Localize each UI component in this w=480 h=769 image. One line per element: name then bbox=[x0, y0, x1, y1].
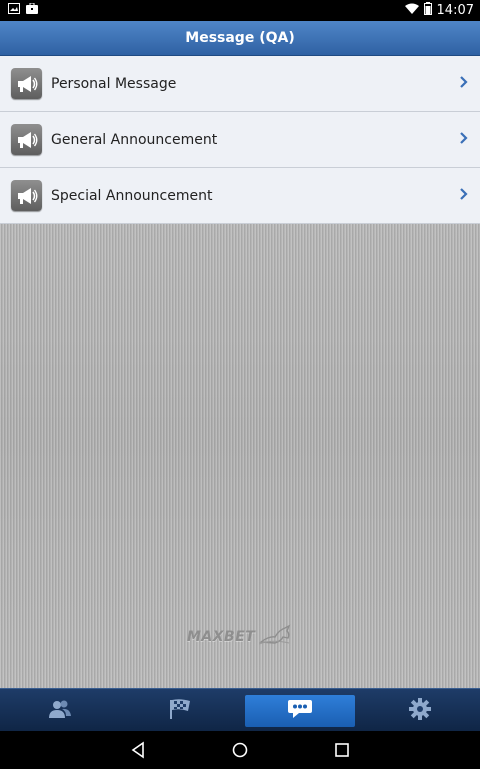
recents-icon[interactable] bbox=[333, 741, 351, 759]
chat-bubble-icon bbox=[287, 698, 313, 724]
title-bar: Message (QA) bbox=[0, 21, 480, 56]
checkered-flag-icon bbox=[168, 698, 192, 724]
gear-icon bbox=[409, 697, 431, 724]
list-item-general-announcement[interactable]: General Announcement bbox=[0, 112, 480, 168]
list-item-special-announcement[interactable]: Special Announcement bbox=[0, 168, 480, 224]
battery-icon bbox=[423, 2, 432, 18]
chevron-right-icon bbox=[458, 186, 470, 202]
list-item-personal-message[interactable]: Personal Message bbox=[0, 56, 480, 112]
briefcase-icon bbox=[26, 2, 38, 17]
tab-settings[interactable] bbox=[360, 689, 480, 732]
home-icon[interactable] bbox=[231, 741, 249, 759]
megaphone-icon bbox=[11, 180, 42, 211]
tab-racing[interactable] bbox=[120, 689, 240, 732]
back-icon[interactable] bbox=[130, 741, 148, 759]
status-bar: 14:07 bbox=[0, 0, 480, 21]
horse-logo-icon bbox=[259, 624, 291, 645]
page-title: Message (QA) bbox=[185, 30, 295, 46]
list-item-label: General Announcement bbox=[51, 131, 218, 148]
tab-messages[interactable] bbox=[245, 695, 355, 727]
chevron-right-icon bbox=[458, 130, 470, 146]
megaphone-icon bbox=[11, 68, 42, 99]
list-item-label: Personal Message bbox=[51, 75, 177, 92]
tab-contacts[interactable] bbox=[0, 689, 120, 732]
image-icon bbox=[8, 3, 20, 17]
clock: 14:07 bbox=[436, 2, 474, 18]
list-item-label: Special Announcement bbox=[51, 187, 213, 204]
logo-text: MAXBET bbox=[187, 629, 256, 645]
users-icon bbox=[48, 699, 72, 723]
maxbet-logo: MAXBET bbox=[187, 624, 297, 650]
wifi-icon bbox=[404, 3, 419, 17]
system-nav-bar bbox=[0, 731, 480, 769]
bottom-tab-bar bbox=[0, 688, 480, 732]
megaphone-icon bbox=[11, 124, 42, 155]
content-area: Personal Message General Announcement Sp… bbox=[0, 56, 480, 688]
message-list: Personal Message General Announcement Sp… bbox=[0, 56, 480, 224]
chevron-right-icon bbox=[458, 74, 470, 90]
